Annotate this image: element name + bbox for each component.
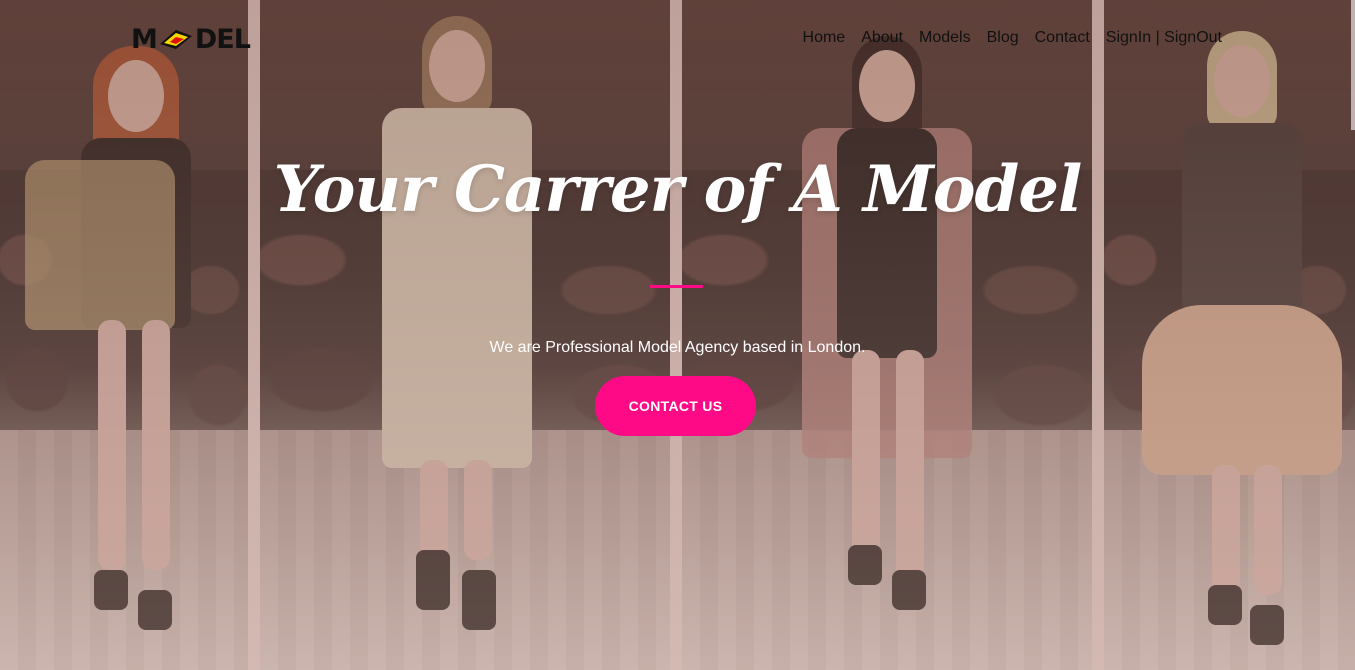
hero-overlay-gradient <box>0 0 1355 670</box>
nav-contact[interactable]: Contact <box>1035 29 1090 47</box>
contact-us-button[interactable]: CONTACT US <box>595 376 756 436</box>
logo-letters-del: DEL <box>194 23 251 55</box>
brand-logo[interactable]: M DEL <box>131 24 251 55</box>
logo-stripe-icon <box>159 30 192 49</box>
nav-home[interactable]: Home <box>803 29 846 47</box>
main-nav: Home About Models Blog Contact SignIn | … <box>803 29 1222 47</box>
nav-about[interactable]: About <box>861 29 903 47</box>
hero-section: M DEL Home About Models Blog Contact Sig… <box>0 0 1355 670</box>
logo-letter-m: M <box>131 23 158 55</box>
title-accent-line <box>650 285 703 288</box>
nav-blog[interactable]: Blog <box>987 29 1019 47</box>
hero-tagline: We are Professional Model Agency based i… <box>489 339 866 356</box>
scrollbar[interactable] <box>1351 0 1355 130</box>
nav-models[interactable]: Models <box>919 29 971 47</box>
nav-signin-signout[interactable]: SignIn | SignOut <box>1106 29 1222 47</box>
hero-title: Your Carrer of A Model <box>273 152 1083 227</box>
